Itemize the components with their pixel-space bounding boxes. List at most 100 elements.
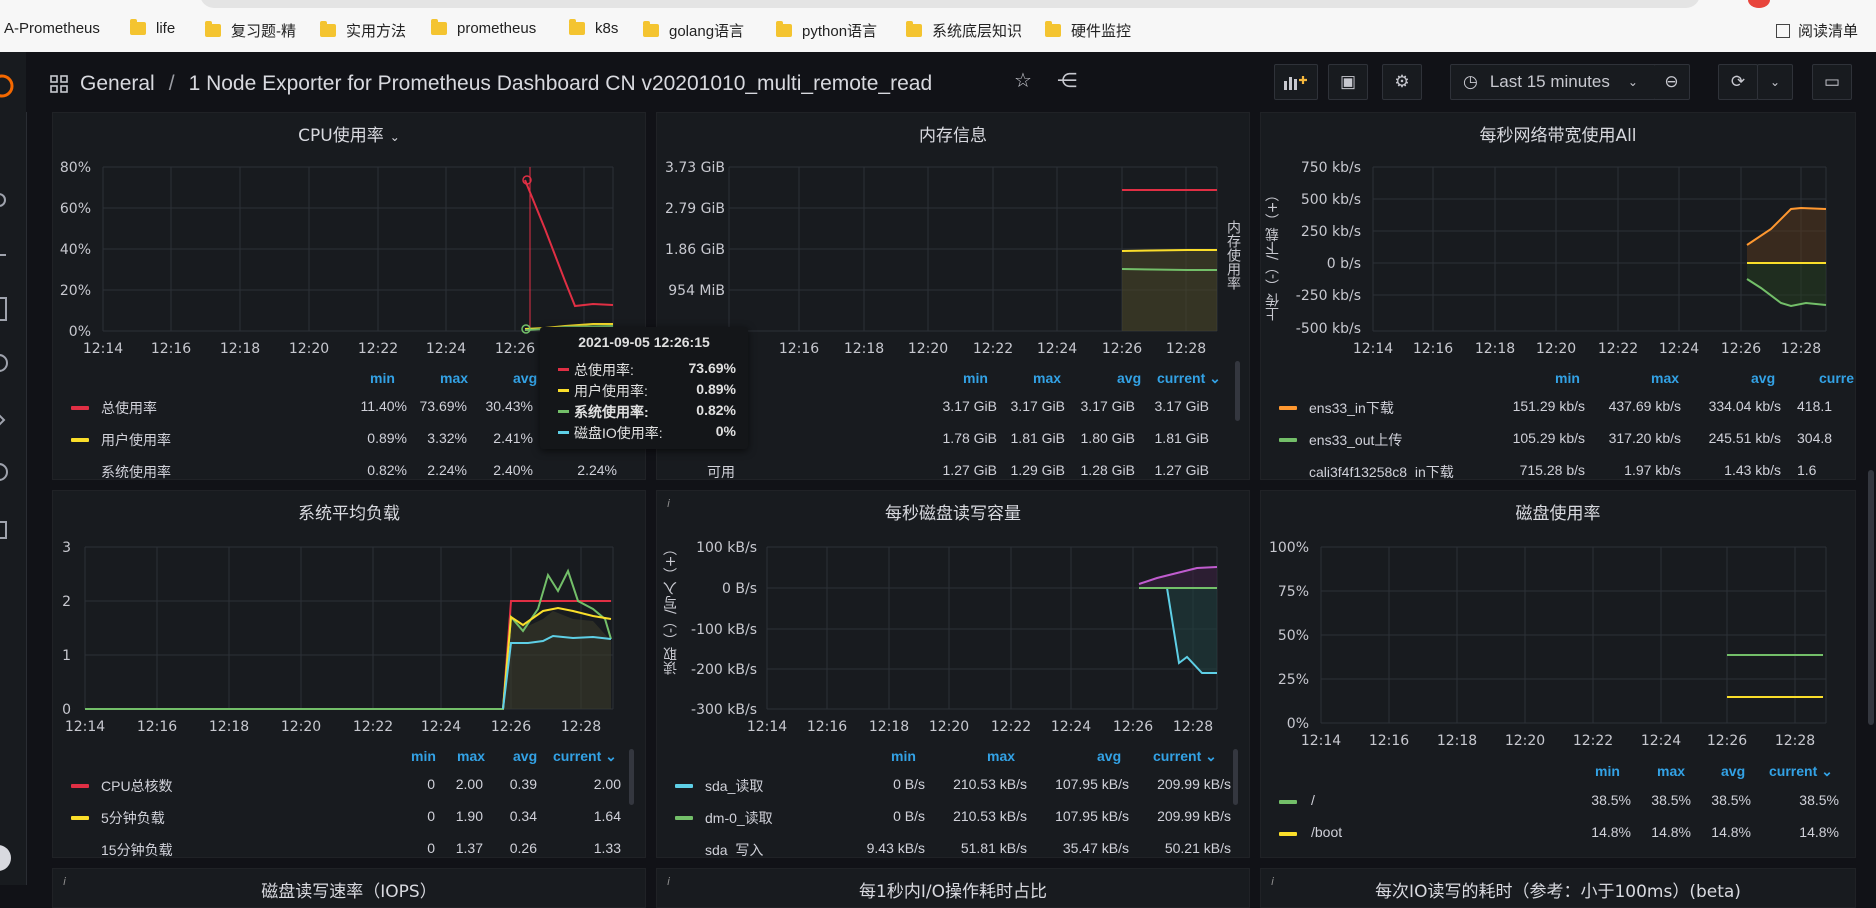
x-tick: 12:22 — [991, 719, 1031, 735]
legend-max: 73.69% — [419, 398, 467, 414]
page-scrollbar[interactable] — [1868, 470, 1874, 725]
dashboard-title[interactable]: 1 Node Exporter for Prometheus Dashboard… — [189, 72, 933, 96]
bookmark-methods[interactable]: 实用方法 — [320, 20, 406, 41]
bookmark-hardware[interactable]: 硬件监控 — [1045, 20, 1131, 41]
star-icon[interactable]: ☆ — [1012, 69, 1034, 91]
legend-header-max[interactable]: max — [457, 748, 485, 764]
chevron-down-icon: ⌄ — [1627, 75, 1638, 89]
share-icon[interactable]: ⋲ — [1056, 69, 1078, 91]
tooltip-swatch — [558, 410, 569, 413]
tooltip-swatch — [558, 431, 569, 434]
legend-min: 38.5% — [1591, 792, 1631, 808]
legend-name[interactable]: 15分钟负载 — [101, 840, 173, 857]
legend-header-current[interactable]: current ⌄ — [1153, 748, 1217, 765]
legend-min: 3.17 GiB — [942, 398, 997, 414]
legend-scrollbar[interactable] — [1233, 749, 1238, 805]
legend-name[interactable]: 可用 — [707, 462, 735, 479]
legend-header-avg[interactable]: avg — [1721, 763, 1745, 779]
save-button[interactable]: ▣ — [1328, 64, 1368, 100]
legend-name[interactable]: 用户使用率 — [101, 430, 171, 450]
y-tick: 1.86 GiB — [665, 242, 725, 258]
bookmark-python[interactable]: python语言 — [776, 20, 877, 41]
legend-header-avg[interactable]: avg — [513, 748, 537, 764]
tooltip-label: 用户使用率: — [574, 383, 648, 399]
zoom-out-button[interactable]: ⊖ — [1654, 64, 1690, 100]
legend-avg: 38.5% — [1711, 792, 1751, 808]
legend-name[interactable]: CPU总核数 — [101, 776, 173, 796]
legend-name[interactable]: cali3f4f13258c8_in下载 — [1309, 462, 1454, 479]
profile-avatar[interactable] — [1748, 0, 1770, 8]
legend-header-max[interactable]: max — [987, 748, 1015, 764]
legend-header-current[interactable]: current ⌄ — [1157, 370, 1221, 387]
bookmark-a-prometheus[interactable]: A-Prometheus — [4, 20, 100, 37]
legend-header-avg[interactable]: avg — [513, 370, 537, 386]
legend-swatch — [1279, 800, 1297, 804]
legend-header-min[interactable]: min — [963, 370, 988, 386]
refresh-button[interactable]: ⟳ — [1718, 64, 1758, 100]
x-tick: 12:28 — [561, 719, 601, 735]
legend-header-min[interactable]: min — [411, 748, 436, 764]
tooltip-swatch — [558, 368, 569, 371]
legend-min: 151.29 kb/s — [1512, 398, 1585, 414]
tv-mode-button[interactable]: ▭ — [1812, 64, 1852, 100]
x-tick: 12:28 — [1781, 341, 1821, 357]
panel-title[interactable]: 磁盘读写速率（IOPS） — [53, 877, 645, 902]
legend-header-max[interactable]: max — [1651, 370, 1679, 386]
legend-header-max[interactable]: max — [440, 370, 468, 386]
bookmark-review[interactable]: 复习题-精 — [205, 20, 296, 41]
legend-name[interactable]: sda_读取 — [705, 776, 763, 796]
reading-list-button[interactable]: 阅读清单 — [1775, 20, 1858, 41]
bookmark-golang[interactable]: golang语言 — [643, 20, 744, 41]
add-panel-button[interactable] — [1274, 64, 1318, 100]
x-tick: 12:24 — [421, 719, 461, 735]
legend-name[interactable]: sda_写入 — [705, 840, 763, 857]
bookmark-label: k8s — [595, 20, 619, 37]
bookmark-life[interactable]: life — [130, 19, 175, 37]
address-bar[interactable] — [200, 0, 1700, 8]
refresh-interval-dropdown[interactable]: ⌄ — [1757, 64, 1793, 100]
legend-name[interactable]: ens33_out上传 — [1309, 430, 1402, 450]
bookmark-label: 硬件监控 — [1071, 23, 1132, 40]
legend-swatch — [71, 816, 89, 820]
bookmark-label: python语言 — [802, 23, 878, 40]
gear-icon — [0, 463, 8, 481]
reading-list-icon — [1775, 23, 1790, 38]
legend-header-min[interactable]: min — [1555, 370, 1580, 386]
bookmark-k8s[interactable]: k8s — [569, 19, 619, 37]
legend-header-avg[interactable]: avg — [1751, 370, 1775, 386]
legend-name[interactable]: ens33_in下载 — [1309, 398, 1394, 418]
settings-button[interactable]: ⚙ — [1382, 64, 1422, 100]
x-tick: 12:26 — [1113, 719, 1153, 735]
bookmark-system[interactable]: 系统底层知识 — [906, 20, 1022, 41]
legend-name[interactable]: /boot — [1311, 824, 1342, 840]
x-tick: 12:28 — [1166, 341, 1206, 357]
panel-title[interactable]: 每次IO读写的耗时（参考：小于100ms）(beta) — [1261, 877, 1855, 902]
legend-name[interactable]: 系统使用率 — [101, 462, 171, 479]
legend-header-min[interactable]: min — [370, 370, 395, 386]
legend-scrollbar[interactable] — [629, 749, 634, 805]
legend-header-current[interactable]: current ⌄ — [553, 748, 617, 765]
panel-title[interactable]: 每1秒内I/O操作耗时占比 — [657, 877, 1249, 902]
legend-max: 1.97 kb/s — [1624, 462, 1681, 478]
legend-scrollbar[interactable] — [1235, 361, 1240, 421]
legend-name[interactable]: / — [1311, 792, 1315, 808]
legend-header-min[interactable]: min — [891, 748, 916, 764]
legend-header-avg[interactable]: avg — [1117, 370, 1141, 386]
legend-name[interactable]: 5分钟负载 — [101, 808, 165, 828]
legend-name[interactable]: 总使用率 — [101, 398, 157, 418]
bookmark-prometheus[interactable]: prometheus — [431, 19, 536, 37]
legend-swatch — [1279, 438, 1297, 442]
y-tick: 0% — [1287, 716, 1309, 732]
legend-header-max[interactable]: max — [1033, 370, 1061, 386]
legend-name[interactable]: dm-0_读取 — [705, 808, 773, 828]
legend-header-avg[interactable]: avg — [1097, 748, 1121, 764]
legend-header-current[interactable]: current ⌄ — [1769, 763, 1833, 780]
legend-header-max[interactable]: max — [1657, 763, 1685, 779]
legend-min: 0 — [427, 808, 435, 824]
legend-header-current[interactable]: current — [1819, 370, 1855, 386]
breadcrumb-folder[interactable]: General — [80, 72, 155, 96]
legend-header-min[interactable]: min — [1595, 763, 1620, 779]
x-tick: 12:22 — [1573, 733, 1613, 749]
time-picker[interactable]: ◷ Last 15 minutes ⌄ — [1450, 64, 1662, 100]
legend-avg: 334.04 kb/s — [1708, 398, 1781, 414]
